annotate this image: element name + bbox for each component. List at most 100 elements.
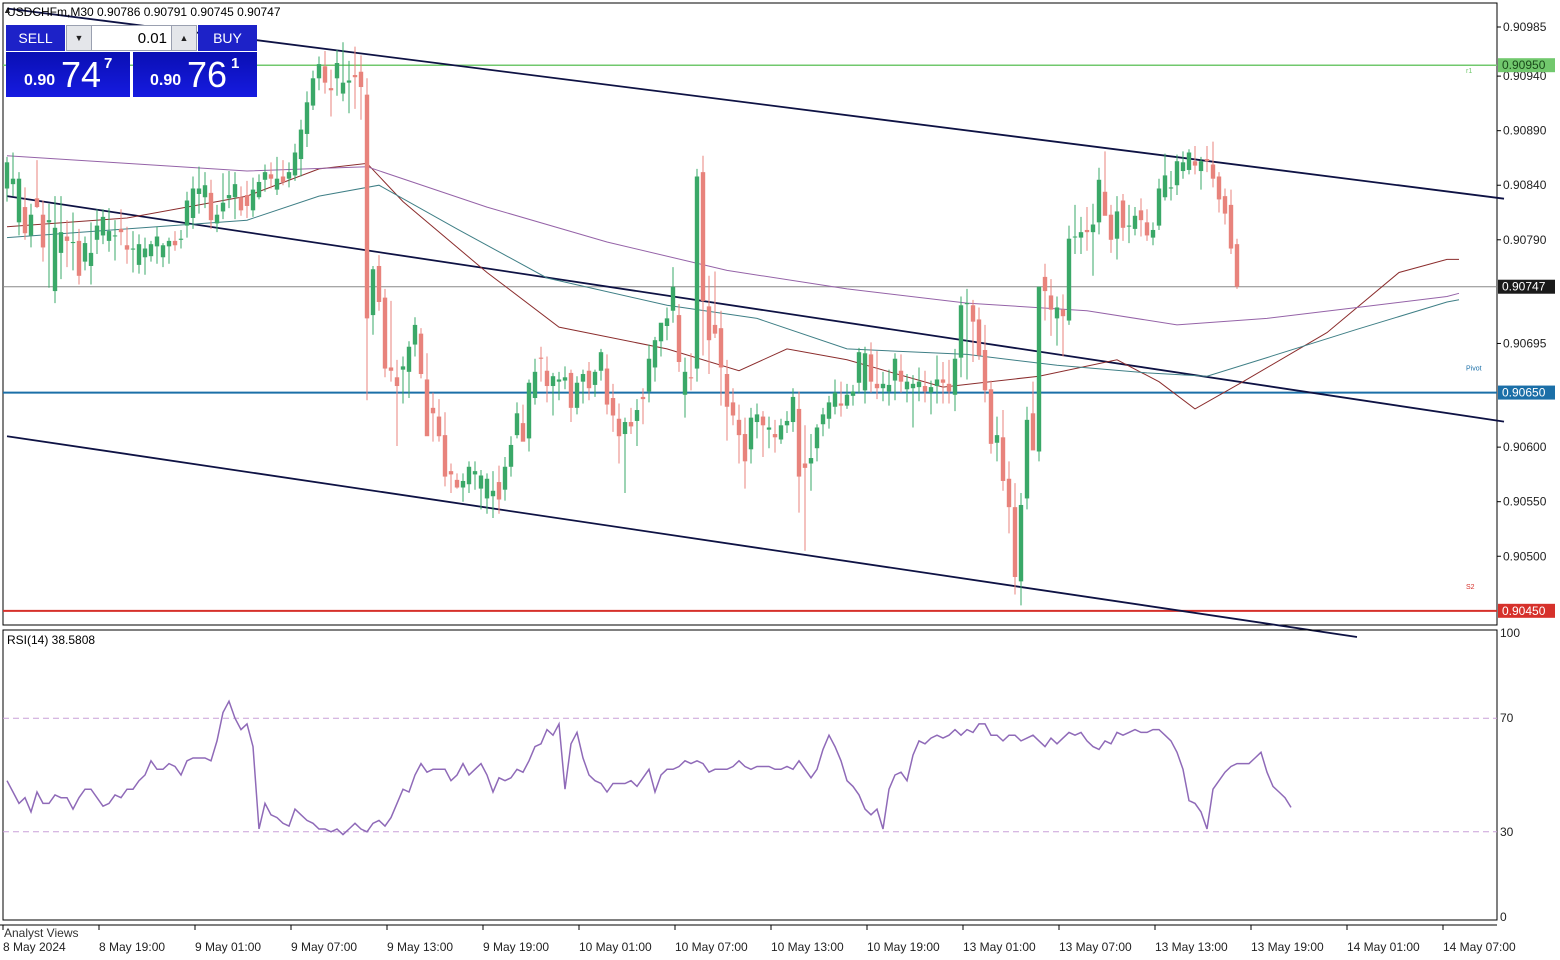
candle-body	[886, 384, 892, 392]
candle-body	[388, 367, 394, 371]
candle-body	[508, 444, 514, 467]
candle-body	[1024, 419, 1030, 499]
candle-body	[226, 195, 232, 199]
candle-body	[802, 463, 808, 468]
candle-body	[466, 466, 472, 485]
sell-price-button[interactable]: 0.90 74 7	[6, 52, 130, 97]
sell-price-big: 74	[61, 54, 102, 95]
candle-body	[688, 377, 694, 379]
candle-body	[454, 479, 460, 488]
pivot-price-label: 0.90650	[1502, 386, 1546, 400]
price-axis-label: 0.90890	[1503, 124, 1547, 138]
lot-size-input[interactable]	[92, 26, 171, 50]
candle-body	[622, 422, 628, 435]
candle-body	[568, 372, 574, 408]
candle-body	[790, 396, 796, 423]
triangle-up-icon[interactable]: ▲	[3, 5, 12, 15]
candle-body	[1072, 236, 1078, 238]
price-axis-label: 0.90500	[1503, 549, 1547, 563]
candle-body	[436, 416, 442, 437]
candle-body	[202, 185, 208, 198]
candle-body	[406, 346, 412, 372]
candle-body	[142, 248, 148, 258]
resistance-level-tag: r1	[1466, 68, 1472, 75]
candle-body	[82, 243, 88, 262]
candle-body	[850, 391, 856, 396]
sell-button[interactable]: SELL	[6, 25, 65, 51]
candle-body	[736, 419, 742, 436]
candle-body	[244, 195, 250, 206]
time-axis-label: 9 May 07:00	[291, 940, 357, 954]
candle-body	[334, 63, 340, 79]
candle-body	[58, 232, 64, 253]
candle-body	[496, 482, 502, 500]
rsi-label: RSI(14) 38.5808	[7, 633, 95, 647]
candle-body	[232, 184, 238, 198]
candle-body	[478, 475, 484, 489]
candle-body	[310, 78, 316, 106]
candle-body	[394, 377, 400, 387]
time-axis-label: 9 May 01:00	[195, 940, 261, 954]
candle-body	[664, 318, 670, 327]
triangle-down-icon[interactable]: ▼	[67, 26, 92, 50]
candle-body	[1036, 286, 1042, 452]
candle-body	[346, 80, 352, 83]
candle-body	[1216, 176, 1222, 200]
candle-body	[766, 427, 772, 430]
candle-body	[856, 352, 862, 383]
candle-body	[316, 64, 322, 79]
time-axis-label: 9 May 19:00	[483, 940, 549, 954]
last-price-label: 0.90747	[1502, 280, 1546, 294]
buy-price-button[interactable]: 0.90 76 1	[133, 52, 257, 97]
candle-body	[262, 172, 268, 180]
candle-body	[448, 471, 454, 475]
rsi-axis-label: 70	[1500, 711, 1514, 725]
candle-body	[946, 383, 952, 392]
candle-body	[40, 214, 46, 248]
candle-body	[718, 328, 724, 368]
bullish-candle	[1036, 286, 1042, 462]
buy-button[interactable]: BUY	[198, 25, 257, 51]
candle-body	[130, 248, 136, 250]
candle-body	[1192, 161, 1198, 166]
candle-body	[118, 228, 124, 233]
bullish-candle	[694, 168, 700, 382]
candle-body	[298, 129, 304, 160]
candle-body	[52, 227, 58, 292]
candle-body	[106, 231, 112, 241]
sell-price-pip: 7	[104, 55, 113, 72]
candle-body	[676, 315, 682, 363]
candle-body	[1120, 200, 1126, 228]
candle-body	[484, 478, 490, 499]
candle-body	[832, 392, 838, 407]
bearish-candle	[988, 380, 994, 454]
candle-body	[940, 379, 946, 383]
candle-body	[1018, 504, 1024, 582]
candle-body	[208, 192, 214, 221]
candle-body	[1162, 175, 1168, 198]
candle-body	[136, 244, 142, 265]
chart-canvas[interactable]: r1PivotS2 0.909850.909400.908900.908400.…	[0, 0, 1560, 960]
candle-body	[28, 214, 34, 236]
candle-body	[124, 245, 130, 250]
candle-body	[370, 269, 376, 316]
bearish-candle	[1234, 238, 1240, 289]
candle-body	[994, 435, 1000, 443]
time-axis-label: 8 May 2024	[3, 940, 66, 954]
chart-background	[0, 0, 1560, 960]
triangle-up-icon[interactable]: ▲	[171, 26, 196, 50]
candle-body	[550, 376, 556, 387]
candle-body	[922, 386, 928, 392]
time-axis-label: 10 May 01:00	[579, 940, 652, 954]
lot-size-stepper[interactable]: ▼ ▲	[66, 25, 197, 51]
symbol-header: USDCHFm,M30 0.90786 0.90791 0.90745 0.90…	[7, 5, 281, 19]
candle-body	[10, 178, 16, 185]
candle-body	[100, 216, 106, 236]
candle-body	[814, 427, 820, 449]
candle-body	[538, 357, 544, 359]
candle-body	[658, 322, 664, 342]
candle-body	[1150, 229, 1156, 238]
candle-body	[214, 214, 220, 224]
candle-body	[1042, 276, 1048, 292]
candle-body	[154, 236, 160, 247]
